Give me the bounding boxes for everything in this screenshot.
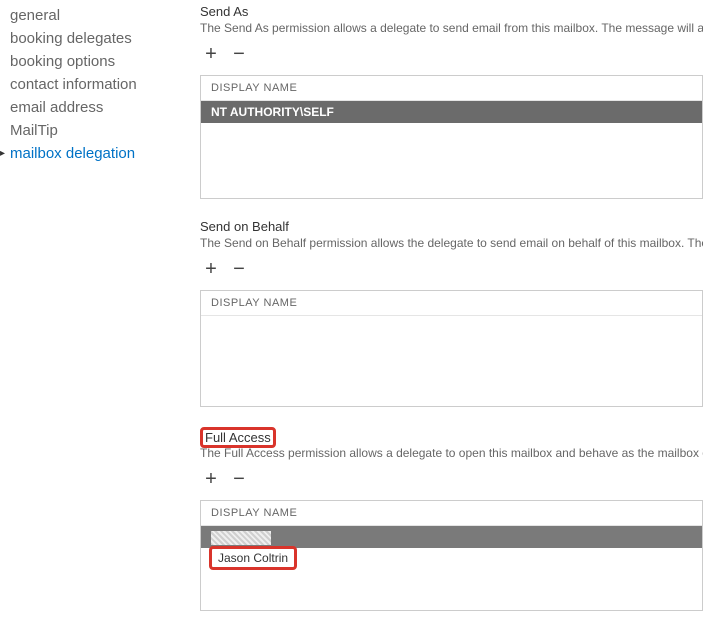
send-on-behalf-remove-button[interactable]: −	[228, 258, 250, 280]
send-on-behalf-title: Send on Behalf	[200, 219, 703, 234]
nav-mailtip[interactable]: MailTip	[10, 119, 180, 142]
nav-mailbox-delegation[interactable]: mailbox delegation	[10, 142, 180, 165]
table-row[interactable]: NT AUTHORITY\SELF	[201, 101, 702, 123]
table-row[interactable]: Jason Coltrin	[214, 549, 292, 567]
send-on-behalf-column-header: DISPLAY NAME	[201, 291, 702, 316]
send-as-add-button[interactable]: +	[200, 43, 222, 65]
nav-contact-information[interactable]: contact information	[10, 73, 180, 96]
section-full-access: Full Access The Full Access permission a…	[200, 427, 703, 611]
full-access-add-button[interactable]: +	[200, 468, 222, 490]
section-send-on-behalf: Send on Behalf The Send on Behalf permis…	[200, 219, 703, 407]
send-as-column-header: DISPLAY NAME	[201, 76, 702, 101]
grid-empty-space	[201, 123, 702, 198]
redacted-text	[211, 531, 271, 545]
full-access-description: The Full Access permission allows a dele…	[200, 446, 703, 460]
full-access-grid: DISPLAY NAME Jason Coltrin	[200, 500, 703, 611]
full-access-column-header: DISPLAY NAME	[201, 501, 702, 526]
grid-empty-space	[201, 316, 702, 406]
full-access-title: Full Access	[205, 430, 271, 445]
sidebar-nav: general booking delegates booking option…	[0, 0, 190, 641]
annotation-highlight: Jason Coltrin	[209, 546, 297, 570]
send-as-remove-button[interactable]: −	[228, 43, 250, 65]
nav-booking-options[interactable]: booking options	[10, 50, 180, 73]
send-on-behalf-grid: DISPLAY NAME	[200, 290, 703, 407]
send-as-grid: DISPLAY NAME NT AUTHORITY\SELF	[200, 75, 703, 199]
table-row[interactable]	[201, 526, 702, 548]
nav-general[interactable]: general	[10, 4, 180, 27]
section-send-as: Send As The Send As permission allows a …	[200, 4, 703, 199]
grid-empty-space	[201, 570, 702, 610]
main-content: Send As The Send As permission allows a …	[190, 0, 703, 641]
nav-booking-delegates[interactable]: booking delegates	[10, 27, 180, 50]
send-on-behalf-add-button[interactable]: +	[200, 258, 222, 280]
send-on-behalf-description: The Send on Behalf permission allows the…	[200, 236, 703, 250]
full-access-remove-button[interactable]: −	[228, 468, 250, 490]
nav-email-address[interactable]: email address	[10, 96, 180, 119]
annotation-highlight: Full Access	[200, 427, 276, 448]
send-as-description: The Send As permission allows a delegate…	[200, 21, 703, 35]
send-as-title: Send As	[200, 4, 703, 19]
